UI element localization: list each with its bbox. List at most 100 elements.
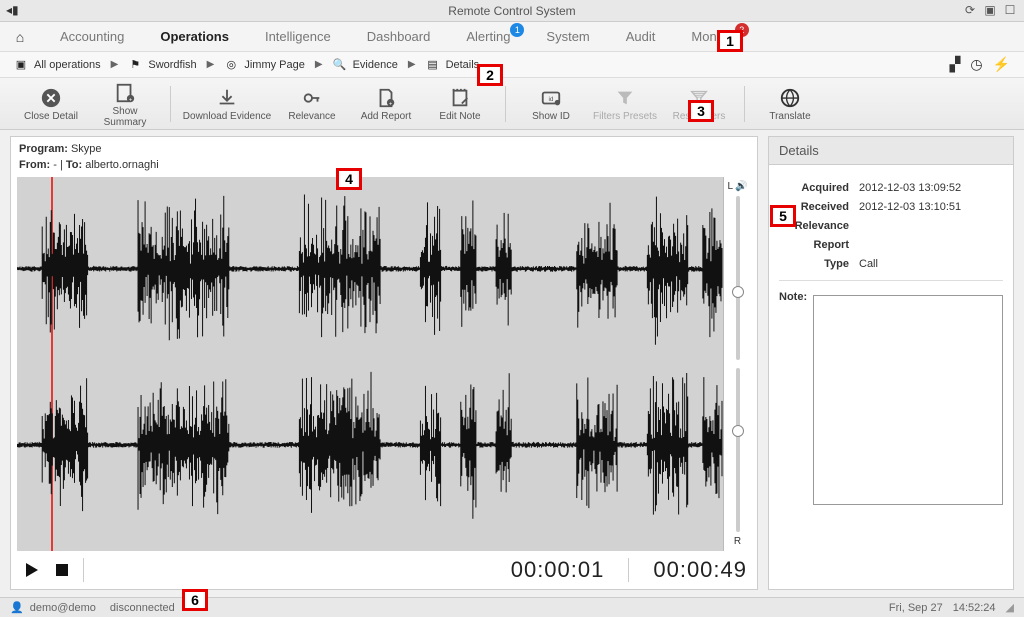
breadcrumb-sep: ▶ — [111, 59, 119, 70]
waveform-left-channel — [17, 181, 723, 357]
controls-separator — [83, 558, 84, 582]
nav-accounting[interactable]: Accounting — [42, 29, 142, 44]
callout-4: 4 — [336, 168, 362, 190]
maximize-icon[interactable]: ☐ — [1002, 2, 1018, 18]
note-label: Note: — [779, 291, 807, 505]
breadcrumb-sep: ▶ — [408, 59, 416, 70]
status-user: demo@demo — [30, 602, 96, 614]
toolbar-separator — [170, 86, 171, 122]
nav-alerting[interactable]: Alerting 1 — [448, 29, 528, 44]
close-detail-button[interactable]: Close Detail — [16, 85, 86, 122]
nav-intelligence[interactable]: Intelligence — [247, 29, 349, 44]
breadcrumb-sep: ▶ — [315, 59, 323, 70]
filters-presets-button: Filters Presets — [590, 85, 660, 122]
show-id-button[interactable]: id Show ID — [516, 85, 586, 122]
nav-operations[interactable]: Operations — [142, 29, 247, 44]
refresh-icon[interactable]: ⟳ — [962, 2, 978, 18]
crumb-all-operations[interactable]: ▣ All operations — [14, 58, 101, 72]
right-volume-slider[interactable] — [736, 368, 740, 532]
crumb-label: All operations — [34, 59, 101, 71]
acquired-value: 2012-12-03 13:09:52 — [859, 182, 1003, 194]
popout-icon[interactable]: ▣ — [982, 2, 998, 18]
content-area: Program: Skype From: - | To: alberto.orn… — [0, 130, 1024, 590]
doc-icon: ▤ — [426, 58, 440, 72]
program-value: Skype — [71, 143, 102, 155]
speaker-icon[interactable]: 🔊 — [735, 181, 747, 192]
add-doc-icon: + — [375, 85, 397, 111]
crumb-swordfish[interactable]: ⚑ Swordfish — [128, 58, 196, 72]
key-icon — [301, 85, 323, 111]
toolbar-separator — [505, 86, 506, 122]
meta-info: Program: Skype From: - | To: alberto.orn… — [11, 137, 757, 177]
type-value: Call — [859, 258, 1003, 270]
from-key: From: — [19, 159, 50, 171]
add-report-button[interactable]: + Add Report — [351, 85, 421, 122]
details-separator — [779, 280, 1003, 281]
globe-icon — [779, 85, 801, 111]
svg-text:+: + — [389, 101, 392, 107]
crumb-label: Swordfish — [148, 59, 196, 71]
nav-audit[interactable]: Audit — [608, 29, 674, 44]
nav-system[interactable]: System — [528, 29, 607, 44]
id-icon: id — [540, 85, 562, 111]
elapsed-time: 00:00:01 — [511, 557, 605, 583]
details-header: Details — [768, 136, 1014, 165]
type-key: Type — [779, 258, 859, 270]
channel-l-label: L — [727, 181, 733, 192]
stop-button[interactable] — [51, 559, 73, 581]
status-time: 14:52:24 — [953, 602, 996, 614]
funnel-icon — [614, 85, 636, 111]
to-value: alberto.ornaghi — [85, 159, 158, 171]
main-panel: Program: Skype From: - | To: alberto.orn… — [10, 136, 758, 590]
time-separator — [628, 558, 629, 582]
translate-button[interactable]: Translate — [755, 85, 825, 122]
window-title: Remote Control System — [448, 4, 575, 18]
details-panel: Details Acquired2012-12-03 13:09:52 Rece… — [768, 136, 1014, 590]
home-icon[interactable]: ⌂ — [10, 29, 30, 45]
download-icon — [216, 85, 238, 111]
crumb-label: Jimmy Page — [244, 59, 305, 71]
nav-alerting-label: Alerting — [466, 29, 510, 44]
callout-2: 2 — [477, 64, 503, 86]
statusbar: 👤 demo@demo disconnected Fri, Sep 27 14:… — [0, 597, 1024, 617]
tool-icon-1[interactable]: ▞ — [950, 56, 961, 73]
titlebar: ◂▮ Remote Control System ⟳ ▣ ☐ — [0, 0, 1024, 22]
notepad-icon — [449, 85, 471, 111]
details-body: Acquired2012-12-03 13:09:52 Received2012… — [768, 165, 1014, 590]
report-value — [859, 239, 1003, 251]
crumb-jimmy-page[interactable]: ◎ Jimmy Page — [224, 58, 305, 72]
waveform-tracks — [17, 177, 723, 551]
callout-1: 1 — [717, 30, 743, 52]
left-volume-slider[interactable] — [736, 196, 740, 360]
player-controls: 00:00:01 00:00:49 — [11, 551, 757, 589]
toolbar: Close Detail + Show Summary Download Evi… — [0, 78, 1024, 130]
crumb-details[interactable]: ▤ Details — [426, 58, 480, 72]
bolt-icon[interactable]: ⚡ — [993, 56, 1010, 73]
play-button[interactable] — [21, 559, 43, 581]
callout-5: 5 — [770, 205, 796, 227]
to-key: To: — [66, 159, 82, 171]
grid-icon: ▣ — [14, 58, 28, 72]
status-connection: disconnected — [110, 602, 175, 614]
channel-r-label: R — [734, 536, 741, 547]
download-evidence-button[interactable]: Download Evidence — [181, 85, 273, 122]
crumb-evidence[interactable]: 🔍 Evidence — [333, 58, 398, 72]
acquired-key: Acquired — [779, 182, 859, 194]
report-key: Report — [779, 239, 859, 251]
crumb-label: Details — [446, 59, 480, 71]
resize-grip-icon[interactable]: ◢ — [1006, 601, 1014, 614]
waveform-area[interactable]: L 🔊 R — [17, 177, 751, 551]
breadcrumb-sep: ▶ — [207, 59, 215, 70]
status-date: Fri, Sep 27 — [889, 602, 943, 614]
from-value: - — [53, 159, 57, 171]
summary-icon: + — [114, 80, 136, 106]
relevance-button[interactable]: Relevance — [277, 85, 347, 122]
nav-dashboard[interactable]: Dashboard — [349, 29, 449, 44]
edit-note-button[interactable]: Edit Note — [425, 85, 495, 122]
clock-icon[interactable]: ◷ — [970, 56, 982, 73]
note-textarea[interactable] — [813, 295, 1003, 505]
svg-text:+: + — [129, 97, 132, 103]
channel-sliders: L 🔊 R — [723, 177, 751, 551]
alerting-badge: 1 — [510, 23, 524, 37]
show-summary-button[interactable]: + Show Summary — [90, 80, 160, 128]
